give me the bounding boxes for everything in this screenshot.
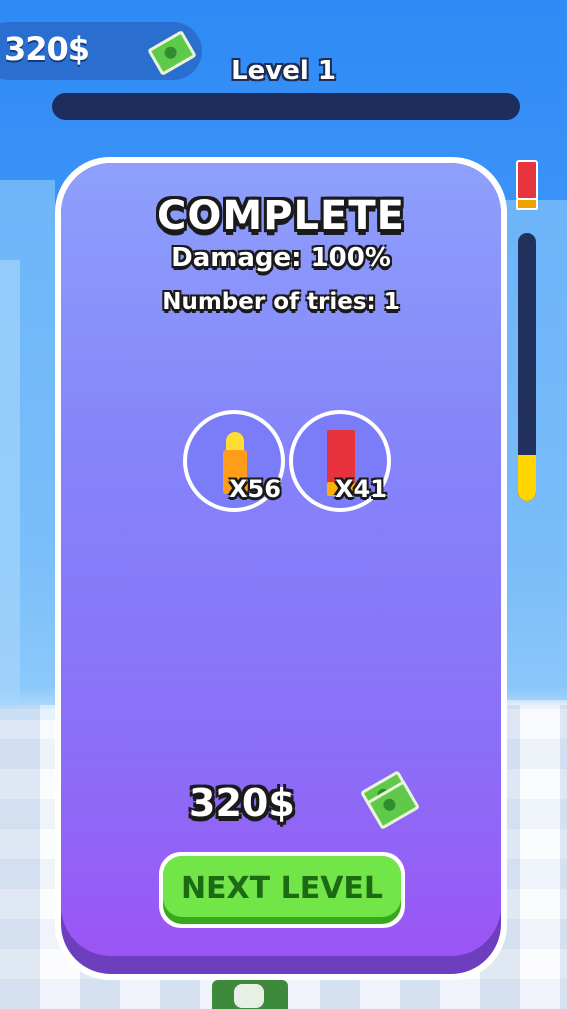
level-complete-card: COMPLETE Damage: 100% Number of tries: 1… [55, 157, 507, 980]
shotgun-shell-icon [516, 160, 538, 210]
ammo-gauge-fill [518, 455, 536, 501]
background-building [0, 260, 20, 720]
reward-amount: 320$ [189, 781, 295, 825]
tries-stat: Number of tries: 1 [162, 289, 400, 315]
level-title: Level 1 [231, 56, 336, 86]
game-screen: 320$ Level 1 COMPLETE Damage: 100% Numbe… [0, 0, 567, 1009]
damage-stat: Damage: 100% [171, 243, 391, 273]
background-building [506, 200, 567, 700]
next-level-button[interactable]: NEXT LEVEL [159, 852, 405, 928]
next-level-label: NEXT LEVEL [180, 871, 384, 906]
complete-title: COMPLETE [157, 193, 405, 239]
player-object-partial [212, 980, 288, 1009]
level-progress-bar [52, 93, 520, 120]
bullet-count: X56 [229, 475, 281, 503]
ammo-gauge [518, 233, 536, 501]
shell-count: X41 [335, 475, 387, 503]
